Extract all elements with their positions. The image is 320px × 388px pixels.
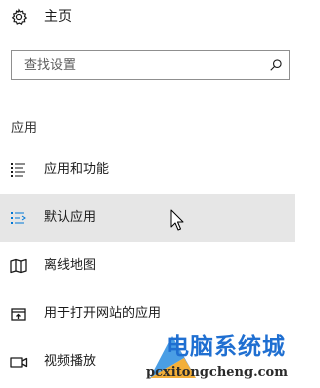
offline-map-icon [10,258,27,274]
search-icon[interactable] [269,58,283,72]
nav-item-default-apps[interactable]: 默认应用 [0,194,295,242]
nav-item-label: 应用和功能 [44,162,110,177]
search-input[interactable] [12,51,264,79]
apps-list-icon [11,163,25,177]
nav-item-apps-for-websites[interactable]: 用于打开网站的应用 [0,290,295,338]
open-website-icon [11,308,26,321]
search-box[interactable] [11,50,290,80]
section-title-apps: 应用 [11,121,38,136]
nav-item-apps-and-features[interactable]: 应用和功能 [0,146,295,194]
nav-item-label: 默认应用 [44,210,97,225]
video-playback-icon [10,357,28,368]
nav-item-label: 用于打开网站的应用 [44,306,162,321]
default-apps-icon [11,212,26,224]
home-link[interactable]: 主页 [0,0,295,38]
nav-item-label: 离线地图 [44,258,97,273]
nav-item-label: 视频播放 [44,354,97,369]
nav-item-video-playback[interactable]: 视频播放 [0,338,295,386]
gear-icon [11,8,28,25]
nav-item-offline-maps[interactable]: 离线地图 [0,242,295,290]
home-label: 主页 [44,9,72,25]
